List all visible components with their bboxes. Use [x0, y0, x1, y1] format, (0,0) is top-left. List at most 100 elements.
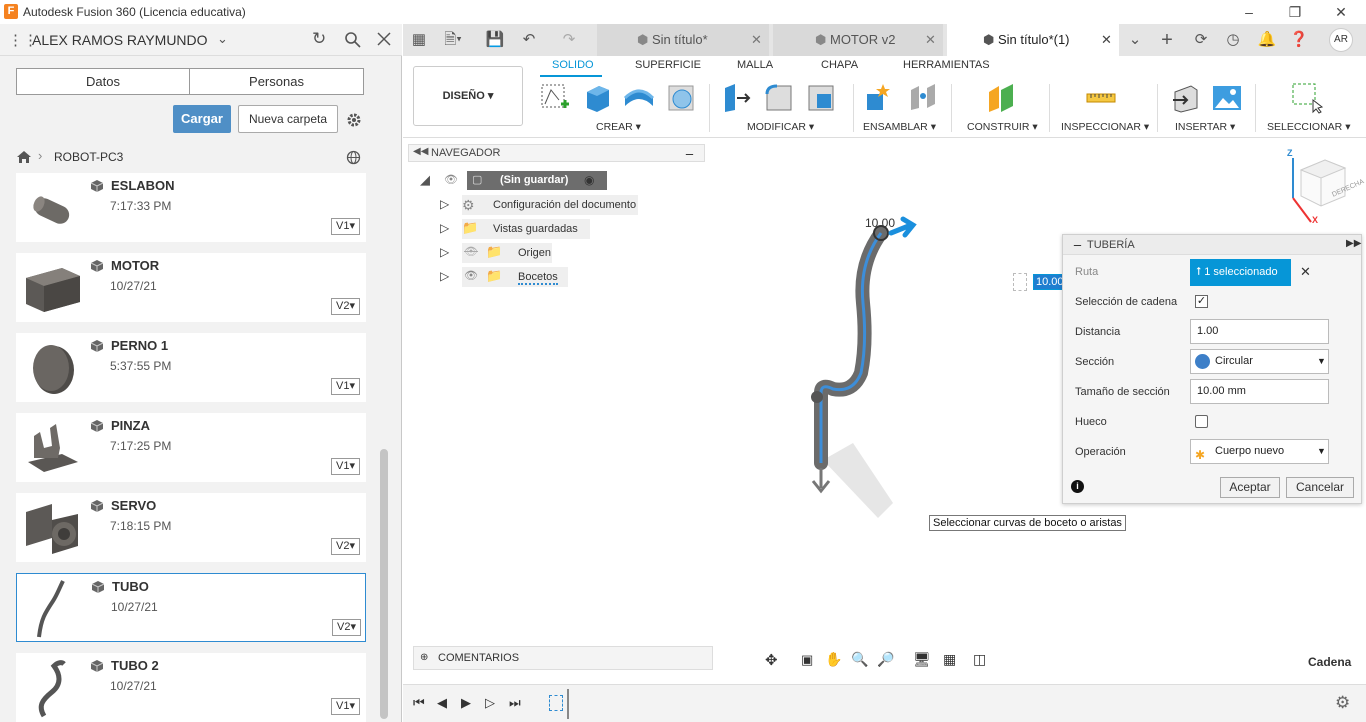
step-back-icon[interactable]: ◀	[437, 695, 447, 711]
info-icon[interactable]: i	[1071, 480, 1084, 493]
zoom-icon[interactable]: 🔍	[851, 651, 868, 668]
navigator-item-sketches[interactable]: ▷ 👁 📁 Bocetos	[440, 267, 640, 287]
file-card-pinza[interactable]: PINZA 7:17:25 PM V1▾	[16, 413, 366, 482]
expand-triangle-icon[interactable]: ◢	[420, 172, 430, 188]
version-dropdown[interactable]: V1▾	[331, 218, 360, 235]
version-dropdown[interactable]: V1▾	[331, 378, 360, 395]
globe-icon[interactable]	[346, 150, 361, 165]
home-icon[interactable]	[16, 150, 32, 164]
cancel-button[interactable]: Cancelar	[1286, 477, 1354, 498]
version-dropdown[interactable]: V2▾	[331, 298, 360, 315]
chevron-down-icon[interactable]: ⌄	[217, 31, 228, 47]
look-at-icon[interactable]: ▣	[801, 652, 813, 668]
operation-select[interactable]: ✱ Cuerpo nuevo ▼	[1190, 439, 1329, 464]
search-icon[interactable]	[344, 31, 361, 48]
press-pull-icon[interactable]	[721, 82, 753, 114]
go-to-start-icon[interactable]: ⏮	[413, 695, 425, 711]
refresh-icon[interactable]: ↻	[312, 29, 326, 49]
version-dropdown[interactable]: V1▾	[331, 458, 360, 475]
tab-herramientas[interactable]: HERRAMIENTAS	[903, 59, 990, 71]
restore-button[interactable]: ❐	[1280, 2, 1310, 22]
sync-icon[interactable]: ⟳	[1191, 30, 1211, 50]
redo-icon[interactable]: ↷	[559, 30, 579, 50]
drag-handle[interactable]	[1013, 273, 1027, 291]
visibility-eye-icon[interactable]: 👁	[464, 269, 478, 282]
tab-motor-v2[interactable]: ⬢ MOTOR v2 ✕	[773, 24, 943, 56]
extrude-icon[interactable]	[581, 82, 613, 114]
measure-icon[interactable]	[1085, 82, 1117, 114]
tab-personas[interactable]: Personas	[189, 68, 364, 95]
hidden-eye-icon[interactable]: 👁	[464, 245, 478, 258]
tab-chapa[interactable]: CHAPA	[821, 59, 858, 71]
step-forward-icon[interactable]: ▷	[485, 695, 495, 711]
section-select[interactable]: Circular ▼	[1190, 349, 1329, 374]
file-card-servo[interactable]: SERVO 7:18:15 PM V2▾	[16, 493, 366, 562]
comments-panel[interactable]: ⊕ COMENTARIOS	[413, 646, 713, 670]
activate-radio-icon[interactable]: ◉	[584, 173, 594, 187]
version-dropdown[interactable]: V2▾	[332, 619, 361, 636]
user-name[interactable]: ALEX RAMOS RAYMUNDO	[32, 32, 208, 48]
collapse-navigator-icon[interactable]: ◀◀	[413, 146, 428, 157]
viewports-icon[interactable]: ◫	[973, 651, 986, 668]
new-component-icon[interactable]	[863, 82, 895, 114]
file-card-motor[interactable]: MOTOR 10/27/21 V2▾	[16, 253, 366, 322]
group-construir[interactable]: CONSTRUIR ▾	[967, 121, 1038, 133]
new-folder-button[interactable]: Nueva carpeta	[238, 105, 338, 133]
orbit-icon[interactable]: ✥	[765, 651, 778, 669]
distance-input[interactable]: 1.00	[1190, 319, 1329, 344]
avatar[interactable]: AR	[1329, 28, 1353, 52]
joint-icon[interactable]	[907, 82, 939, 114]
group-ensamblar[interactable]: ENSAMBLAR ▾	[863, 121, 936, 133]
expand-triangle-icon[interactable]: ▷	[440, 197, 449, 211]
tab-superficie[interactable]: SUPERFICIE	[635, 59, 701, 71]
timeline-settings-gear-icon[interactable]: ⚙	[1335, 693, 1350, 713]
insert-image-icon[interactable]	[1211, 82, 1243, 114]
file-card-perno-1[interactable]: PERNO 1 5:37:55 PM V1▾	[16, 333, 366, 402]
group-seleccionar[interactable]: SELECCIONAR ▾	[1267, 121, 1350, 133]
expand-triangle-icon[interactable]: ▷	[440, 245, 449, 259]
help-icon[interactable]: ❓	[1289, 30, 1309, 50]
navigator-item-doc-settings[interactable]: ▷ ⚙ Configuración del documento	[440, 195, 640, 215]
file-card-eslabon[interactable]: ESLABON 7:17:33 PM V1▾	[16, 173, 366, 242]
display-settings-icon[interactable]: 🖥	[913, 651, 931, 668]
group-modificar[interactable]: MODIFICAR ▾	[747, 121, 814, 133]
clear-selection-icon[interactable]: ✕	[1300, 264, 1311, 280]
timeline-feature-icon[interactable]	[549, 695, 563, 711]
navigator-item-origin[interactable]: ▷ 👁 📁 Origen	[440, 243, 640, 263]
create-sketch-icon[interactable]	[539, 82, 571, 114]
navigator-root-row[interactable]: ◢ 👁 ▢ (Sin guardar) ◉	[420, 171, 630, 191]
expand-triangle-icon[interactable]: ▷	[440, 221, 449, 235]
group-crear[interactable]: CREAR ▾	[596, 121, 641, 133]
upload-button[interactable]: Cargar	[173, 105, 231, 133]
dialog-expand-icon[interactable]: ▶▶	[1346, 238, 1361, 249]
select-box-icon[interactable]	[1291, 82, 1323, 114]
close-window-button[interactable]: ✕	[1326, 2, 1356, 22]
save-icon[interactable]: 💾	[485, 30, 505, 50]
version-dropdown[interactable]: V1▾	[331, 698, 360, 715]
tab-solido[interactable]: SOLIDO	[552, 59, 594, 71]
go-to-end-icon[interactable]: ⏭	[509, 695, 521, 711]
add-comment-icon[interactable]: ⊕	[420, 647, 428, 669]
sweep-icon[interactable]	[623, 82, 655, 114]
tabs-overflow-icon[interactable]: ⌄	[1125, 30, 1145, 50]
close-tab-icon[interactable]: ✕	[925, 24, 936, 56]
file-card-tubo-2[interactable]: TUBO 2 10/27/21 V1▾	[16, 653, 366, 722]
group-insertar[interactable]: INSERTAR ▾	[1175, 121, 1235, 133]
grid-settings-icon[interactable]: ▦	[943, 651, 956, 668]
visibility-eye-icon[interactable]: 👁	[444, 173, 458, 186]
app-grid-icon[interactable]: ▦	[409, 30, 429, 50]
close-tab-icon[interactable]: ✕	[751, 24, 762, 56]
file-card-tubo[interactable]: TUBO 10/27/21 V2▾	[16, 573, 366, 642]
tab-sin-titulo-1[interactable]: ⬢ Sin título*(1) ✕	[947, 24, 1119, 56]
chain-selection-checkbox[interactable]: ✓	[1195, 295, 1208, 308]
minimize-button[interactable]: –	[1234, 2, 1264, 22]
offset-plane-icon[interactable]	[985, 82, 1017, 114]
breadcrumb[interactable]: ROBOT-PC3	[54, 150, 123, 164]
group-inspeccionar[interactable]: INSPECCIONAR ▾	[1061, 121, 1149, 133]
fit-icon[interactable]: 🔎	[877, 651, 894, 668]
path-selection-button[interactable]: ⭡ 1 seleccionado	[1190, 259, 1291, 286]
section-size-input[interactable]: 10.00 mm	[1190, 379, 1329, 404]
start-arrow-icon[interactable]	[811, 468, 831, 494]
data-panel-scrollbar[interactable]	[380, 449, 388, 719]
pipe-model[interactable]	[793, 213, 933, 523]
